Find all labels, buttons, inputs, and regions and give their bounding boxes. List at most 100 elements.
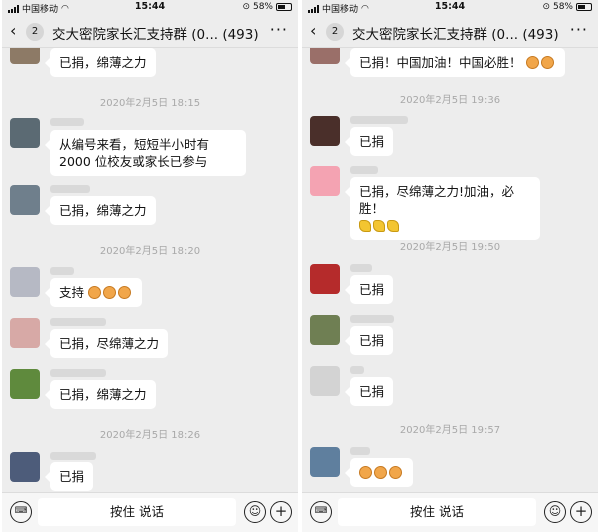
message-text: 支持 (59, 285, 85, 300)
chat-title-text: 交大密院家长汇支持群 (0... (352, 27, 519, 43)
applause-icon (103, 286, 116, 299)
message-text: 已捐！中国加油！中国必胜！ (359, 55, 522, 70)
timestamp: 2020年2月5日 19:50 (399, 242, 501, 253)
message-text: 已捐，尽绵薄之力!加油，必胜！ (359, 184, 515, 216)
avatar[interactable] (10, 48, 40, 64)
lock-icon: ⊙ (542, 2, 550, 12)
battery-icon (576, 3, 592, 11)
avatar[interactable] (310, 166, 340, 196)
status-right: ⊙ 58% (542, 2, 592, 12)
avatar[interactable] (10, 118, 40, 148)
emoji-icon[interactable]: ☺ (544, 501, 566, 523)
message-text: 已捐 (359, 282, 385, 297)
message-bubble[interactable]: 已捐！中国加油！中国必胜！ (345, 48, 565, 77)
avatar[interactable] (10, 369, 40, 399)
avatar[interactable] (310, 48, 340, 64)
nickname-blurred (350, 264, 372, 272)
avatar[interactable] (310, 116, 340, 146)
plus-icon[interactable]: + (270, 501, 292, 523)
applause-icon (88, 286, 101, 299)
message-text: 已捐 (359, 333, 385, 348)
message-bubble[interactable]: 支持 (45, 278, 142, 307)
message-text: 从编号来看，短短半小时有 2000 位校友或家长已参与 (59, 137, 210, 169)
keyboard-icon[interactable]: ⌨ (10, 501, 32, 523)
nickname-blurred (350, 366, 364, 374)
nickname-blurred (50, 185, 90, 193)
strong-arm-icon (373, 220, 385, 232)
chat-title-text: 交大密院家长汇支持群 (0... (52, 27, 219, 43)
back-icon[interactable]: ‹ (310, 23, 316, 39)
message-text: 已捐，尽绵薄之力 (59, 336, 160, 351)
hold-to-talk-button[interactable]: 按住 说话 (38, 498, 236, 526)
chat-title: 交大密院家长汇支持群 (0... (493) (52, 23, 259, 43)
nickname-blurred (50, 318, 106, 326)
nickname-blurred (50, 267, 74, 275)
message-bubble[interactable]: 已捐 (44, 462, 94, 491)
timestamp: 2020年2月5日 19:57 (399, 425, 501, 436)
avatar[interactable] (310, 366, 340, 396)
chat-screen-left: 中国移动 ◠ 15:44 ⊙ 58% ‹ 2 交大密院家长汇支持群 (0... … (2, 0, 298, 532)
avatar[interactable] (10, 318, 40, 348)
screenshot-stage: 中国移动 ◠ 15:44 ⊙ 58% ‹ 2 交大密院家长汇支持群 (0... … (0, 0, 600, 532)
message-bubble[interactable] (345, 458, 413, 487)
unread-badge[interactable]: 2 (326, 23, 344, 41)
strong-arm-icon (359, 220, 371, 232)
nickname-blurred (350, 166, 378, 174)
message-bubble[interactable]: 已捐，绵薄之力 (45, 196, 156, 225)
nickname-blurred (50, 118, 84, 126)
plus-icon[interactable]: + (570, 501, 592, 523)
message-bubble[interactable]: 已捐 (344, 326, 394, 355)
nickname-blurred (350, 447, 370, 455)
avatar[interactable] (310, 315, 340, 345)
back-icon[interactable]: ‹ (10, 23, 16, 39)
timestamp: 2020年2月5日 18:15 (99, 98, 201, 109)
applause-icon (525, 56, 539, 69)
more-icon[interactable]: ··· (570, 20, 588, 39)
message-list[interactable]: 已捐，绵薄之力 2020年2月5日 18:15 从编号来看，短短半小时有 200… (2, 48, 298, 492)
keyboard-icon[interactable]: ⌨ (310, 501, 332, 523)
timestamp: 2020年2月5日 18:26 (99, 430, 201, 441)
status-bar: 中国移动 ◠ 15:44 ⊙ 58% (2, 0, 298, 15)
nickname-blurred (350, 116, 408, 124)
message-list[interactable]: 已捐！中国加油！中国必胜！ 2020年2月5日 19:36 已捐 已捐，尽绵薄之… (302, 48, 598, 492)
nickname-blurred (350, 315, 394, 323)
battery-percent: 58% (552, 2, 573, 12)
avatar[interactable] (310, 264, 340, 294)
message-bubble[interactable]: 已捐，尽绵薄之力 (44, 329, 169, 358)
message-bubble[interactable]: 已捐 (344, 127, 394, 156)
message-text: 已捐 (359, 384, 385, 399)
avatar[interactable] (10, 185, 40, 215)
chat-title: 交大密院家长汇支持群 (0... (493) (352, 23, 559, 43)
chat-header: ‹ 2 交大密院家长汇支持群 (0... (493) ··· (302, 14, 598, 48)
unread-badge[interactable]: 2 (26, 23, 44, 41)
message-text: 已捐，绵薄之力 (59, 203, 147, 218)
hold-to-talk-button[interactable]: 按住 说话 (338, 498, 536, 526)
message-bubble[interactable]: 从编号来看，短短半小时有 2000 位校友或家长已参与 (45, 130, 246, 176)
member-count: (493) (522, 27, 559, 43)
timestamp: 2020年2月5日 18:20 (99, 246, 201, 257)
message-bubble[interactable]: 已捐，尽绵薄之力!加油，必胜！ (345, 177, 540, 240)
nickname-blurred (50, 369, 106, 377)
chat-header: ‹ 2 交大密院家长汇支持群 (0... (493) ··· (2, 14, 298, 48)
message-text: 已捐，绵薄之力 (59, 55, 147, 70)
member-count: (493) (222, 27, 259, 43)
status-right: ⊙ 58% (242, 2, 292, 12)
nickname-blurred (50, 452, 96, 460)
battery-percent: 58% (252, 2, 273, 12)
applause-icon (540, 56, 554, 69)
chat-screen-right: 中国移动 ◠ 15:44 ⊙ 58% ‹ 2 交大密院家长汇支持群 (0... … (302, 0, 598, 532)
avatar[interactable] (10, 452, 40, 482)
more-icon[interactable]: ··· (270, 20, 288, 39)
message-bubble[interactable]: 已捐 (344, 377, 394, 406)
message-bubble[interactable]: 已捐，绵薄之力 (45, 48, 156, 77)
message-bubble[interactable]: 已捐，绵薄之力 (45, 380, 156, 409)
applause-icon (118, 286, 131, 299)
applause-icon (374, 466, 387, 479)
timestamp: 2020年2月5日 19:36 (399, 95, 501, 106)
emoji-icon[interactable]: ☺ (244, 501, 266, 523)
message-bubble[interactable]: 已捐 (344, 275, 394, 304)
avatar[interactable] (310, 447, 340, 477)
strong-arm-icon (387, 220, 399, 232)
status-bar: 中国移动 ◠ 15:44 ⊙ 58% (302, 0, 598, 15)
avatar[interactable] (10, 267, 40, 297)
